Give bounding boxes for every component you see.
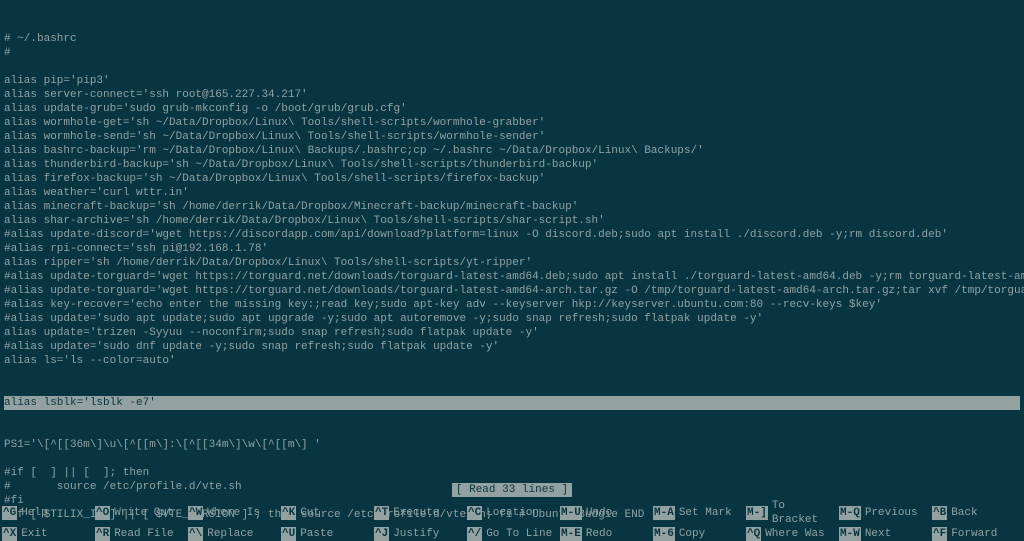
status-bar: [ Read 33 lines ]: [0, 483, 1024, 497]
shortcut-key: M-E: [560, 527, 582, 541]
shortcut-key: ^/: [467, 527, 482, 541]
shortcut-back[interactable]: ^B Back: [930, 499, 1023, 527]
cursor-line[interactable]: alias lsblk='lsblk -e7': [4, 396, 1020, 410]
file-line[interactable]: alias wormhole-get='sh ~/Data/Dropbox/Li…: [4, 116, 1020, 130]
file-line[interactable]: alias ls='ls --color=auto': [4, 354, 1020, 368]
file-line[interactable]: alias minecraft-backup='sh /home/derrik/…: [4, 200, 1020, 214]
shortcut-read-file[interactable]: ^R Read File: [93, 527, 186, 541]
file-line[interactable]: alias server-connect='ssh root@165.227.3…: [4, 88, 1020, 102]
file-line[interactable]: alias firefox-backup='sh ~/Data/Dropbox/…: [4, 172, 1020, 186]
shortcut-label: Justify: [393, 527, 439, 541]
shortcut-previous[interactable]: M-Q Previous: [837, 499, 930, 527]
shortcut-cut[interactable]: ^K Cut: [279, 499, 372, 527]
shortcut-key: ^W: [188, 506, 203, 520]
shortcut-label: Forward: [951, 527, 997, 541]
shortcut-where-was[interactable]: ^Q Where Was: [744, 527, 837, 541]
shortcut-key: M-W: [839, 527, 861, 541]
shortcut-key: M-U: [560, 506, 582, 520]
shortcut-key: ^J: [374, 527, 389, 541]
shortcut-help[interactable]: ^G Help: [0, 499, 93, 527]
file-line[interactable]: alias ripper='sh /home/derrik/Data/Dropb…: [4, 256, 1020, 270]
shortcut-copy[interactable]: M-6 Copy: [651, 527, 744, 541]
shortcut-key: ^R: [95, 527, 110, 541]
shortcut-location[interactable]: ^C Location: [465, 499, 558, 527]
shortcut-label: Exit: [21, 527, 47, 541]
shortcut-key: ^Q: [746, 527, 761, 541]
status-message: [ Read 33 lines ]: [452, 483, 572, 497]
file-line[interactable]: alias thunderbird-backup='sh ~/Data/Drop…: [4, 158, 1020, 172]
shortcut-paste[interactable]: ^U Paste: [279, 527, 372, 541]
shortcut-key: ^U: [281, 527, 296, 541]
shortcut-label: Copy: [679, 527, 705, 541]
file-line[interactable]: #alias update-torguard='wget https://tor…: [4, 284, 1020, 298]
shortcut-label: Redo: [586, 527, 612, 541]
shortcut-label: Set Mark: [679, 506, 732, 520]
shortcut-bar: ^G Help ^O Write Out ^W Where Is ^K Cut ^T Execut…: [0, 499, 1024, 527]
shortcut-key: ^\: [188, 527, 203, 541]
file-line[interactable]: [4, 60, 1020, 74]
shortcut-label: Where Is: [207, 506, 260, 520]
file-line[interactable]: #alias update-discord='wget https://disc…: [4, 228, 1020, 242]
file-line[interactable]: #if [ ] || [ ]; then: [4, 466, 1020, 480]
shortcut-undo[interactable]: M-U Undo: [558, 499, 651, 527]
shortcut-key: ^G: [2, 506, 17, 520]
file-line[interactable]: alias wormhole-send='sh ~/Data/Dropbox/L…: [4, 130, 1020, 144]
shortcut-exit[interactable]: ^X Exit: [0, 527, 93, 541]
file-line[interactable]: PS1='\[^[[36m\]\u\[^[[m\]:\[^[[34m\]\w\[…: [4, 438, 1020, 452]
file-line[interactable]: alias update='trizen -Syyuu --noconfirm;…: [4, 326, 1020, 340]
file-line[interactable]: alias weather='curl wttr.in': [4, 186, 1020, 200]
shortcut-label: Where Was: [765, 527, 824, 541]
shortcut-to-bracket[interactable]: M-] To Bracket: [744, 499, 837, 527]
file-line[interactable]: #: [4, 46, 1020, 60]
file-line[interactable]: # ~/.bashrc: [4, 32, 1020, 46]
shortcut-redo[interactable]: M-E Redo: [558, 527, 651, 541]
file-line[interactable]: #alias update='sudo dnf update -y;sudo s…: [4, 340, 1020, 354]
shortcut-execute[interactable]: ^T Execute: [372, 499, 465, 527]
shortcut-label: Paste: [300, 527, 333, 541]
file-line[interactable]: #alias update='sudo apt update;sudo apt …: [4, 312, 1020, 326]
file-line[interactable]: #alias update-torguard='wget https://tor…: [4, 270, 1020, 284]
shortcut-key: M-]: [746, 506, 768, 520]
shortcut-key: ^C: [467, 506, 482, 520]
shortcut-label: Write Out: [114, 506, 173, 520]
file-line[interactable]: alias bashrc-backup='rm ~/Data/Dropbox/L…: [4, 144, 1020, 158]
shortcut-where-is[interactable]: ^W Where Is: [186, 499, 279, 527]
file-line[interactable]: alias pip='pip3': [4, 74, 1020, 88]
shortcut-label: Back: [951, 506, 977, 520]
shortcut-key: ^K: [281, 506, 296, 520]
shortcut-key: M-A: [653, 506, 675, 520]
file-line[interactable]: #alias rpi-connect='ssh pi@192.168.1.78': [4, 242, 1020, 256]
shortcut-go-to-line[interactable]: ^/ Go To Line: [465, 527, 558, 541]
shortcut-label: Undo: [586, 506, 612, 520]
editor-content[interactable]: # ~/.bashrc# alias pip='pip3'alias server…: [0, 0, 1024, 536]
shortcut-set-mark[interactable]: M-A Set Mark: [651, 499, 744, 527]
shortcut-label: Go To Line: [486, 527, 552, 541]
shortcut-write-out[interactable]: ^O Write Out: [93, 499, 186, 527]
file-line[interactable]: alias update-grub='sudo grub-mkconfig -o…: [4, 102, 1020, 116]
shortcut-label: Read File: [114, 527, 173, 541]
shortcut-key: ^B: [932, 506, 947, 520]
shortcut-key: ^T: [374, 506, 389, 520]
shortcut-key: ^F: [932, 527, 947, 541]
shortcut-key: ^O: [95, 506, 110, 520]
shortcut-label: Cut: [300, 506, 320, 520]
shortcut-key: ^X: [2, 527, 17, 541]
file-line[interactable]: [4, 452, 1020, 466]
file-line[interactable]: #alias key-recover='echo enter the missi…: [4, 298, 1020, 312]
shortcut-justify[interactable]: ^J Justify: [372, 527, 465, 541]
shortcut-label: Replace: [207, 527, 253, 541]
shortcut-label: Location: [486, 506, 539, 520]
shortcut-next[interactable]: M-W Next: [837, 527, 930, 541]
shortcut-key: M-Q: [839, 506, 861, 520]
shortcut-label: Execute: [393, 506, 439, 520]
file-line[interactable]: alias shar-archive='sh /home/derrik/Data…: [4, 214, 1020, 228]
shortcut-label: Next: [865, 527, 891, 541]
shortcut-label: Previous: [865, 506, 918, 520]
shortcut-forward[interactable]: ^F Forward: [930, 527, 1023, 541]
shortcut-label: Help: [21, 506, 47, 520]
shortcut-key: M-6: [653, 527, 675, 541]
shortcut-label: To Bracket: [772, 499, 837, 527]
shortcut-replace[interactable]: ^\ Replace: [186, 527, 279, 541]
